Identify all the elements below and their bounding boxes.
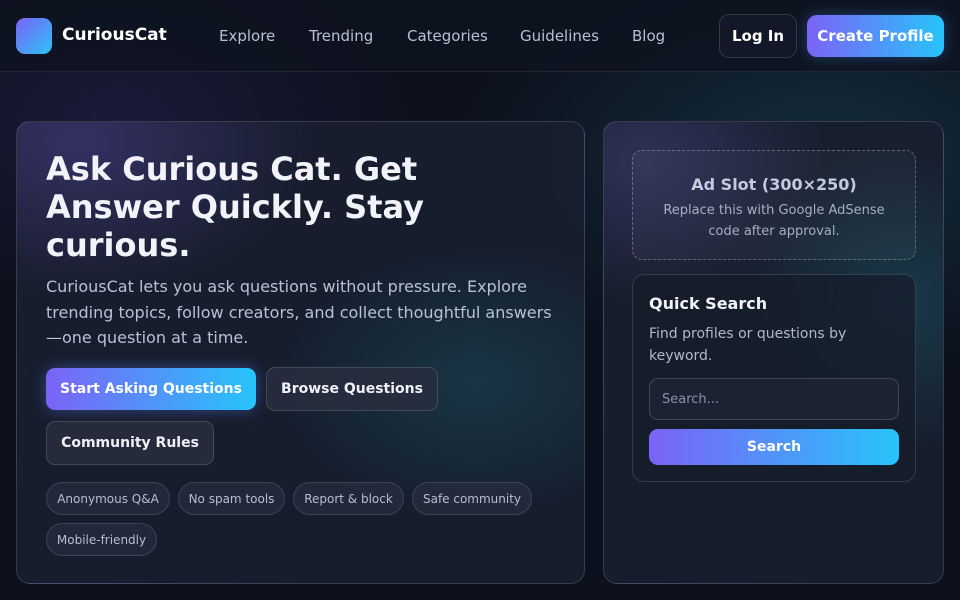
feature-chip-anonymous: Anonymous Q&A	[46, 482, 170, 515]
logo-icon[interactable]	[16, 18, 52, 54]
nav-guidelines[interactable]: Guidelines	[520, 27, 599, 45]
nav-blog[interactable]: Blog	[632, 27, 665, 45]
hero-description: CuriousCat lets you ask questions withou…	[46, 277, 552, 347]
ad-slot-description: Replace this with Google AdSense code af…	[663, 203, 885, 239]
search-button[interactable]: Search	[649, 429, 899, 465]
nav-trending[interactable]: Trending	[309, 27, 373, 45]
top-navbar: CuriousCat Explore Trending Categories G…	[0, 0, 960, 72]
search-input[interactable]	[649, 378, 899, 420]
feature-chip-report-block: Report & block	[293, 482, 404, 515]
hero-card: Ask Curious Cat. Get Answer Quickly. Sta…	[16, 121, 585, 584]
feature-chip-no-spam: No spam tools	[178, 482, 285, 515]
login-button[interactable]: Log In	[719, 14, 797, 58]
nav-categories[interactable]: Categories	[407, 27, 488, 45]
quick-search-title: Quick Search	[649, 294, 768, 313]
feature-chip-safe-community: Safe community	[412, 482, 532, 515]
ad-slot-title: Ad Slot (300×250)	[691, 175, 857, 194]
create-profile-button[interactable]: Create Profile	[807, 15, 944, 57]
nav-explore[interactable]: Explore	[219, 27, 275, 45]
ad-slot: Ad Slot (300×250) Replace this with Goog…	[632, 150, 916, 260]
sidebar-card: Ad Slot (300×250) Replace this with Goog…	[603, 121, 944, 584]
quick-search-panel: Quick Search Find profiles or questions …	[632, 274, 916, 482]
feature-chip-mobile-friendly: Mobile-friendly	[46, 523, 157, 556]
brand-name[interactable]: CuriousCat	[62, 25, 167, 45]
hero-title: Ask Curious Cat. Get Answer Quickly. Sta…	[46, 150, 424, 264]
quick-search-description: Find profiles or questions by keyword.	[649, 326, 847, 364]
browse-questions-button[interactable]: Browse Questions	[266, 367, 438, 411]
start-asking-button[interactable]: Start Asking Questions	[46, 368, 256, 410]
community-rules-button[interactable]: Community Rules	[46, 421, 214, 465]
